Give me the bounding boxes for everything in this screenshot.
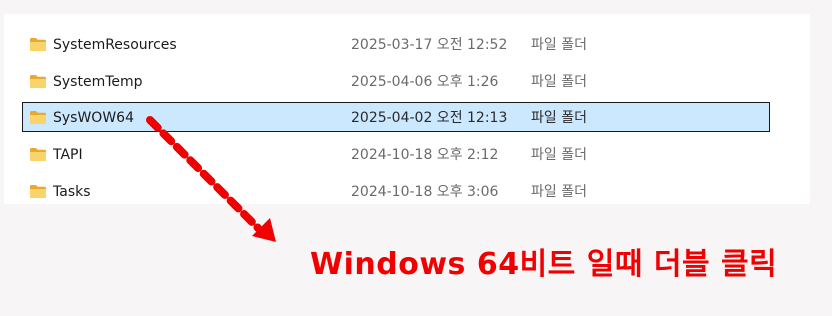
annotation-text: Windows 64비트 일때 더블 클릭 [310,247,778,282]
arrow-shaft [146,116,262,232]
